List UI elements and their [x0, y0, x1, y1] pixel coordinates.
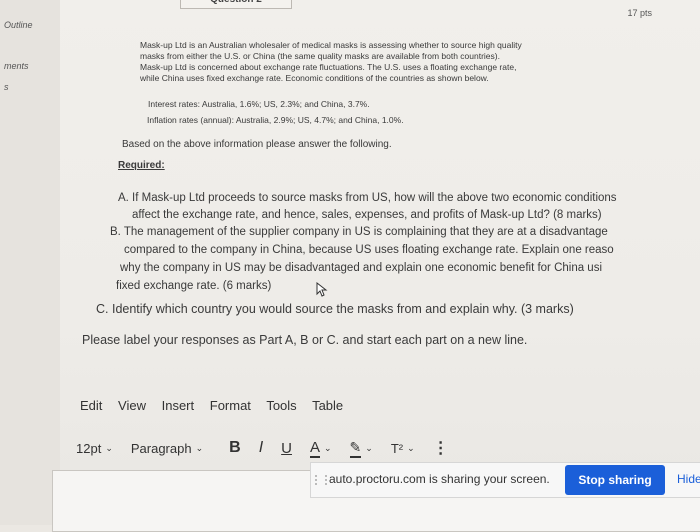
- part-b-line: compared to the company in China, becaus…: [124, 244, 614, 256]
- stop-sharing-button[interactable]: Stop sharing: [565, 465, 665, 495]
- chevron-down-icon: ⌄: [195, 442, 204, 453]
- chevron-down-icon: ⌄: [324, 442, 332, 453]
- underline-icon: U: [281, 439, 292, 457]
- interest-rates: Interest rates: Australia, 1.6%; US, 2.3…: [148, 99, 370, 109]
- sidebar-outline[interactable]: Outline: [4, 20, 33, 30]
- menu-insert[interactable]: Insert: [162, 398, 195, 413]
- highlighter-icon: ✎: [349, 439, 362, 458]
- chevron-down-icon: ⌄: [365, 442, 373, 453]
- intro-line: Mask-up Ltd is concerned about exchange …: [140, 62, 517, 72]
- sidebar-s[interactable]: s: [4, 82, 9, 92]
- points-label: 17 pts: [627, 8, 652, 18]
- instruction-text: Based on the above information please an…: [122, 139, 392, 150]
- label-instruction: Please label your responses as Part A, B…: [82, 333, 528, 347]
- more-options-button[interactable]: ⋮: [433, 438, 449, 458]
- editor-menubar: Edit View Insert Format Tools Table: [80, 398, 355, 413]
- highlight-button[interactable]: ✎ ⌄: [349, 439, 373, 458]
- mouse-cursor-icon: [316, 282, 328, 297]
- part-c: C. Identify which country you would sour…: [96, 302, 574, 316]
- menu-table[interactable]: Table: [312, 398, 343, 413]
- menu-view[interactable]: View: [118, 398, 146, 413]
- intro-line: Mask-up Ltd is an Australian wholesaler …: [140, 40, 522, 50]
- block-format-select[interactable]: Paragraph ⌄: [131, 441, 203, 456]
- menu-tools[interactable]: Tools: [266, 398, 296, 413]
- format-toolbar: 12pt ⌄ Paragraph ⌄ B I U A ⌄ ✎ ⌄ T² ⌄ ⋮: [76, 438, 467, 458]
- intro-line: while China uses fixed exchange rate. Ec…: [140, 73, 489, 83]
- question-header: Question 2: [180, 0, 292, 9]
- question-panel: Question 2 17 pts Mask-up Ltd is an Aust…: [52, 0, 700, 532]
- intro-line: masks from either the U.S. or China (the…: [140, 51, 500, 61]
- part-a-line: A. If Mask-up Ltd proceeds to source mas…: [118, 192, 617, 204]
- required-heading: Required:: [118, 160, 165, 171]
- text-color-icon: A: [309, 438, 320, 458]
- intro-text: Mask-up Ltd is an Australian wholesaler …: [140, 40, 522, 84]
- sidebar-ments[interactable]: ments: [4, 61, 29, 71]
- block-format-value: Paragraph: [130, 440, 192, 456]
- chevron-down-icon: ⌄: [407, 442, 415, 453]
- chevron-down-icon: ⌄: [105, 442, 113, 453]
- part-a-line: affect the exchange rate, and hence, sal…: [132, 209, 602, 221]
- part-b: B. The management of the supplier compan…: [110, 223, 614, 295]
- italic-button[interactable]: I: [259, 439, 263, 457]
- underline-button[interactable]: U: [281, 440, 292, 457]
- left-sidebar: Outline ments s: [0, 0, 61, 525]
- drag-handle-icon[interactable]: [315, 475, 327, 485]
- share-message: auto.proctoru.com is sharing your screen…: [329, 472, 550, 486]
- part-a: A. If Mask-up Ltd proceeds to source mas…: [118, 190, 617, 224]
- hide-button[interactable]: Hide: [677, 472, 700, 486]
- superscript-button[interactable]: T² ⌄: [391, 441, 415, 456]
- part-b-line: fixed exchange rate. (6 marks): [116, 280, 272, 292]
- superscript-icon: T²: [390, 440, 404, 456]
- menu-edit[interactable]: Edit: [80, 398, 102, 413]
- part-b-line: why the company in US may be disadvantag…: [120, 262, 603, 274]
- bold-icon: B: [229, 439, 241, 456]
- bold-button[interactable]: B: [229, 439, 241, 457]
- font-size-select[interactable]: 12pt ⌄: [76, 441, 113, 456]
- more-vertical-icon: ⋮: [432, 440, 449, 457]
- menu-format[interactable]: Format: [210, 398, 251, 413]
- screen-share-bar: auto.proctoru.com is sharing your screen…: [310, 462, 700, 498]
- font-size-value: 12pt: [76, 440, 102, 456]
- inflation-rates: Inflation rates (annual): Australia, 2.9…: [147, 115, 404, 125]
- part-b-line: B. The management of the supplier compan…: [110, 226, 608, 238]
- text-color-button[interactable]: A ⌄: [309, 438, 332, 458]
- italic-icon: I: [258, 439, 264, 456]
